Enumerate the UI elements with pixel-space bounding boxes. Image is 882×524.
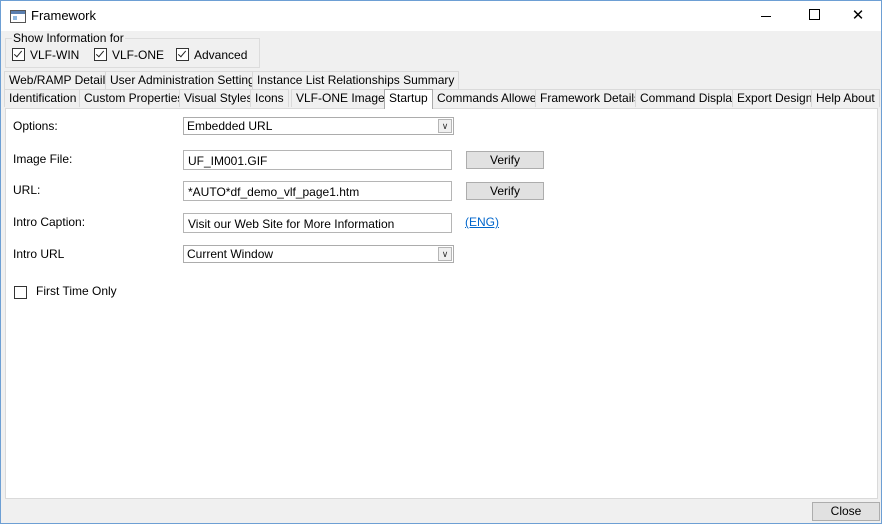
vlf-win-label: VLF-WIN [30, 48, 80, 62]
tab-user-administration-settings[interactable]: User Administration Settings [105, 71, 266, 89]
options-select[interactable]: Embedded URL ∨ [183, 117, 454, 135]
verify-image-button[interactable]: Verify [466, 151, 544, 169]
minimize-button[interactable] [743, 1, 789, 31]
options-select-value: Embedded URL [187, 119, 273, 133]
framework-window: Framework ✕ Show Information for VLF-WIN… [0, 0, 882, 524]
vlf-one-label: VLF-ONE [112, 48, 165, 62]
options-label: Options: [13, 119, 58, 133]
tab-startup[interactable]: Startup [384, 89, 433, 109]
tab-help-about[interactable]: Help About [811, 89, 880, 107]
intro-caption-input[interactable]: Visit our Web Site for More Information [183, 213, 452, 233]
app-window-icon [10, 10, 26, 23]
tab-custom-properties[interactable]: Custom Properties [79, 89, 189, 107]
close-icon: ✕ [851, 7, 865, 24]
chevron-down-icon[interactable]: ∨ [438, 247, 452, 261]
intro-url-select[interactable]: Current Window ∨ [183, 245, 454, 263]
tab-web-ramp-details[interactable]: Web/RAMP Details [4, 71, 117, 89]
verify-url-button[interactable]: Verify [466, 182, 544, 200]
tab-instance-list-relationships-summary[interactable]: Instance List Relationships Summary [252, 71, 460, 89]
tab-visual-styles[interactable]: Visual Styles [179, 89, 258, 107]
tab-identification[interactable]: Identification [4, 89, 82, 107]
close-button[interactable]: Close [812, 502, 880, 521]
first-time-only-label: First Time Only [36, 284, 117, 298]
maximize-icon [808, 9, 820, 21]
vlf-win-checkbox[interactable] [12, 48, 25, 61]
image-file-input[interactable]: UF_IM001.GIF [183, 150, 452, 170]
chevron-down-icon[interactable]: ∨ [438, 119, 452, 133]
first-time-only-checkbox[interactable] [14, 286, 27, 299]
advanced-checkbox[interactable] [176, 48, 189, 61]
url-label: URL: [13, 183, 41, 197]
intro-url-label: Intro URL [13, 247, 65, 261]
intro-caption-label: Intro Caption: [13, 215, 86, 229]
tab-framework-details[interactable]: Framework Details [535, 89, 646, 107]
show-information-legend: Show Information for [12, 31, 125, 45]
url-input[interactable]: *AUTO*df_demo_vlf_page1.htm [183, 181, 452, 201]
tab-command-display[interactable]: Command Display [635, 89, 744, 107]
tab-vlf-one-images[interactable]: VLF-ONE Images [291, 89, 396, 107]
tab-commands-allowed[interactable]: Commands Allowed [432, 89, 549, 107]
maximize-button[interactable] [791, 1, 837, 31]
image-file-label: Image File: [13, 152, 73, 166]
vlf-one-checkbox[interactable] [94, 48, 107, 61]
intro-url-select-value: Current Window [187, 247, 274, 261]
tab-icons[interactable]: Icons [250, 89, 289, 107]
window-title: Framework [31, 8, 97, 23]
advanced-label: Advanced [194, 48, 248, 62]
window-close-button[interactable]: ✕ [835, 1, 881, 31]
title-bar: Framework ✕ [1, 1, 881, 31]
tab-export-design[interactable]: Export Design [732, 89, 818, 107]
language-link[interactable]: (ENG) [465, 215, 499, 229]
minimize-icon [761, 15, 771, 17]
